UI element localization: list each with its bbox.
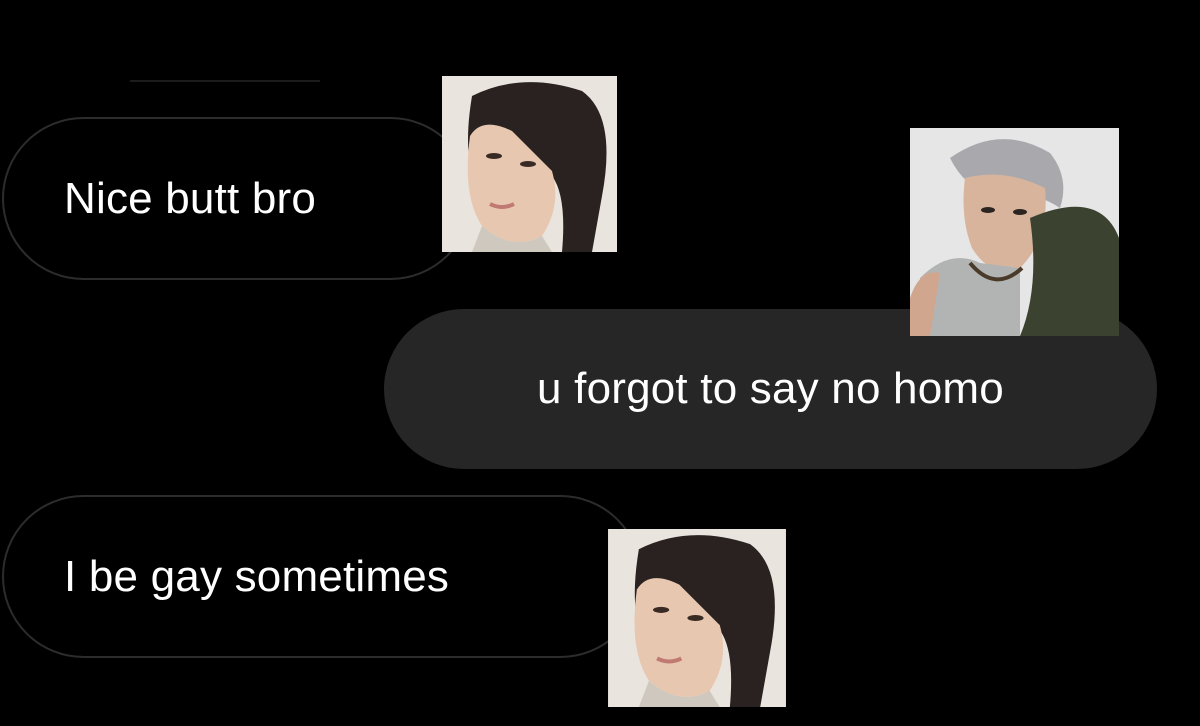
avatar[interactable] [910,128,1119,336]
avatar-photo-icon [442,76,617,252]
message-text: u forgot to say no homo [537,364,1004,413]
message-text: I be gay sometimes [64,551,450,601]
message-text: Nice butt bro [64,173,317,223]
avatar-photo-icon [910,128,1119,336]
message-bubble-received[interactable]: I be gay sometimes [2,495,642,658]
avatar-photo-icon [608,529,786,707]
avatar[interactable] [608,529,786,707]
message-bubble-received[interactable]: Nice butt bro [2,117,472,280]
avatar[interactable] [442,76,617,252]
divider-line [130,80,320,82]
